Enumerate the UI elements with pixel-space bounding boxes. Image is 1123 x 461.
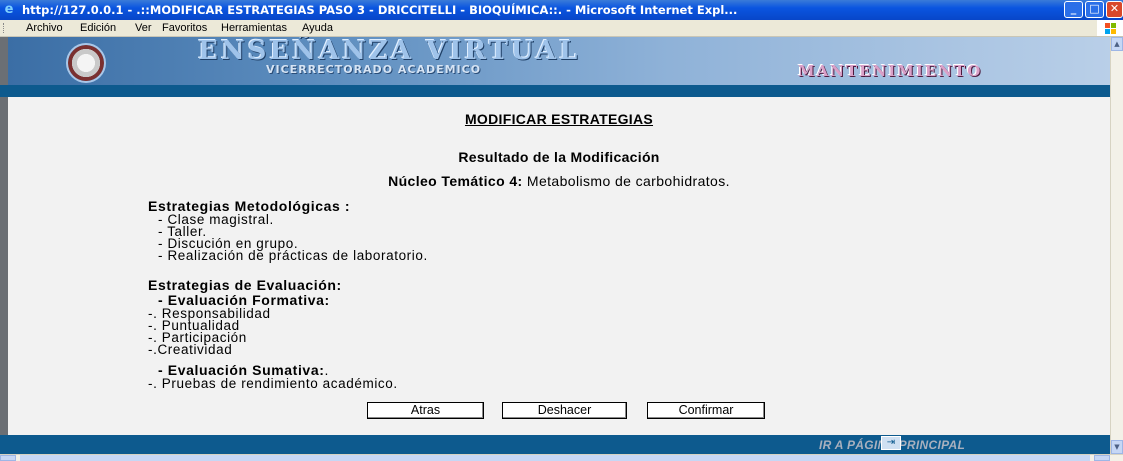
menu-favoritos[interactable]: Favoritos [162, 20, 207, 36]
top-stripe [0, 85, 1110, 97]
bottom-stripe: IR A PÁGINA PRINCIPAL [0, 435, 1110, 454]
vertical-scrollbar[interactable]: ▲ ▼ [1110, 37, 1123, 454]
menu-archivo[interactable]: Archivo [26, 20, 63, 36]
result-title: Resultado de la Modificación [458, 149, 660, 165]
nucleo-label: Núcleo Temático 4: [388, 173, 523, 189]
site-brand: ENSEÑANZA VIRTUAL [198, 37, 581, 66]
scroll-up-icon[interactable]: ▲ [1111, 37, 1123, 51]
menu-herramientas[interactable]: Herramientas [221, 20, 287, 36]
menu-bar: Archivo Edición Ver Favoritos Herramient… [0, 20, 1123, 37]
browser-viewport: ENSEÑANZA VIRTUAL VICERRECTORADO ACADEMI… [0, 37, 1110, 454]
scroll-down-icon[interactable]: ▼ [1111, 440, 1123, 454]
university-emblem-icon [66, 43, 106, 83]
undo-button[interactable]: Deshacer [502, 402, 627, 419]
menu-ver[interactable]: Ver [135, 20, 152, 36]
horizontal-scroll-thumb[interactable] [20, 455, 1090, 461]
exit-icon[interactable]: ⇥ [881, 436, 901, 450]
main-content: MODIFICAR ESTRATEGIAS Resultado de la Mo… [0, 97, 1110, 435]
evaluacion-block: Estrategias de Evaluación: - Evaluación … [148, 277, 398, 390]
evaluacion-inner: Estrategias de Evaluación: [148, 277, 398, 293]
site-subtitle: VICERRECTORADO ACADEMICO [266, 63, 482, 76]
window-title: http://127.0.0.1 - .::MODIFICAR ESTRATEG… [22, 3, 738, 17]
close-icon[interactable]: ✕ [1106, 1, 1123, 18]
minimize-icon[interactable]: _ [1064, 1, 1083, 18]
confirm-button[interactable]: Confirmar [647, 402, 765, 419]
maximize-icon[interactable]: □ [1085, 1, 1104, 18]
nucleo-value: Metabolismo de carbohidratos. [522, 173, 730, 189]
internet-explorer-icon: e [4, 2, 14, 17]
list-item: -. Pruebas de rendimiento académico. [148, 376, 398, 391]
page-title: MODIFICAR ESTRATEGIAS [464, 111, 654, 127]
site-banner: ENSEÑANZA VIRTUAL VICERRECTORADO ACADEMI… [0, 37, 1110, 85]
list-item: -.Creatividad [148, 342, 233, 357]
window-titlebar: e http://127.0.0.1 - .::MODIFICAR ESTRAT… [0, 0, 1123, 20]
windows-logo-icon [1097, 20, 1123, 36]
menu-ayuda[interactable]: Ayuda [302, 20, 333, 36]
evaluacion-heading: Estrategias de Evaluación: [148, 277, 342, 293]
list-item: - Realización de prácticas de laboratori… [158, 248, 428, 263]
horizontal-scrollbar[interactable] [0, 454, 1123, 461]
metodologicas-block: Estrategias Metodológicas : - Clase magi… [148, 198, 428, 262]
back-button[interactable]: Atras [367, 402, 484, 419]
nucleo-line: Núcleo Temático 4: Metabolismo de carboh… [8, 173, 1110, 189]
section-label: MANTENIMIENTO [798, 62, 983, 80]
scroll-right-icon[interactable] [1094, 455, 1110, 461]
menu-edicion[interactable]: Edición [80, 20, 116, 36]
scroll-left-icon[interactable] [0, 455, 16, 461]
toolbar-grip[interactable] [3, 23, 6, 33]
